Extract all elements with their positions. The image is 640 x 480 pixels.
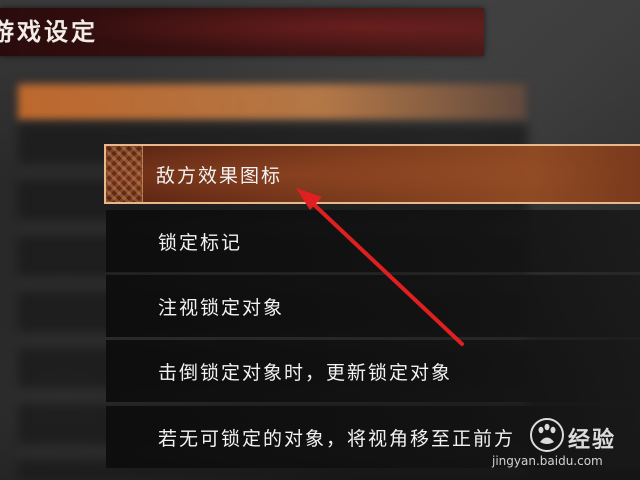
title-banner: 游戏设定 [0,8,484,56]
option-lock-marker[interactable]: 锁定标记 [106,210,640,272]
watermark-brand: 经验 [568,428,617,453]
option-label: 击倒锁定对象时，更新锁定对象 [158,361,453,384]
option-update-lock-on-kill[interactable]: 击倒锁定对象时，更新锁定对象 [106,340,640,402]
option-label: 敌方效果图标 [156,164,283,187]
baidu-paw-logo-icon [530,418,564,452]
option-label: 锁定标记 [158,231,243,254]
watermark-url: jingyan.baidu.com [492,454,603,468]
watermark: 经验 jingyan.baidu.com [484,410,640,474]
page-title: 游戏设定 [0,18,98,46]
option-enemy-effect-icon[interactable]: 敌方效果图标 [104,144,640,204]
game-settings-screen: 游戏设定 敌方效果图标 锁定标记 注视锁定对象 击倒锁定对象时，更新锁定对象 若… [0,0,640,480]
background-menu-highlight [18,84,526,120]
option-label: 注视锁定对象 [158,296,285,319]
option-watch-lock-target[interactable]: 注视锁定对象 [106,275,640,337]
option-label: 若无可锁定的对象，将视角移至正前方 [158,427,516,450]
ornament-icon [106,146,143,202]
